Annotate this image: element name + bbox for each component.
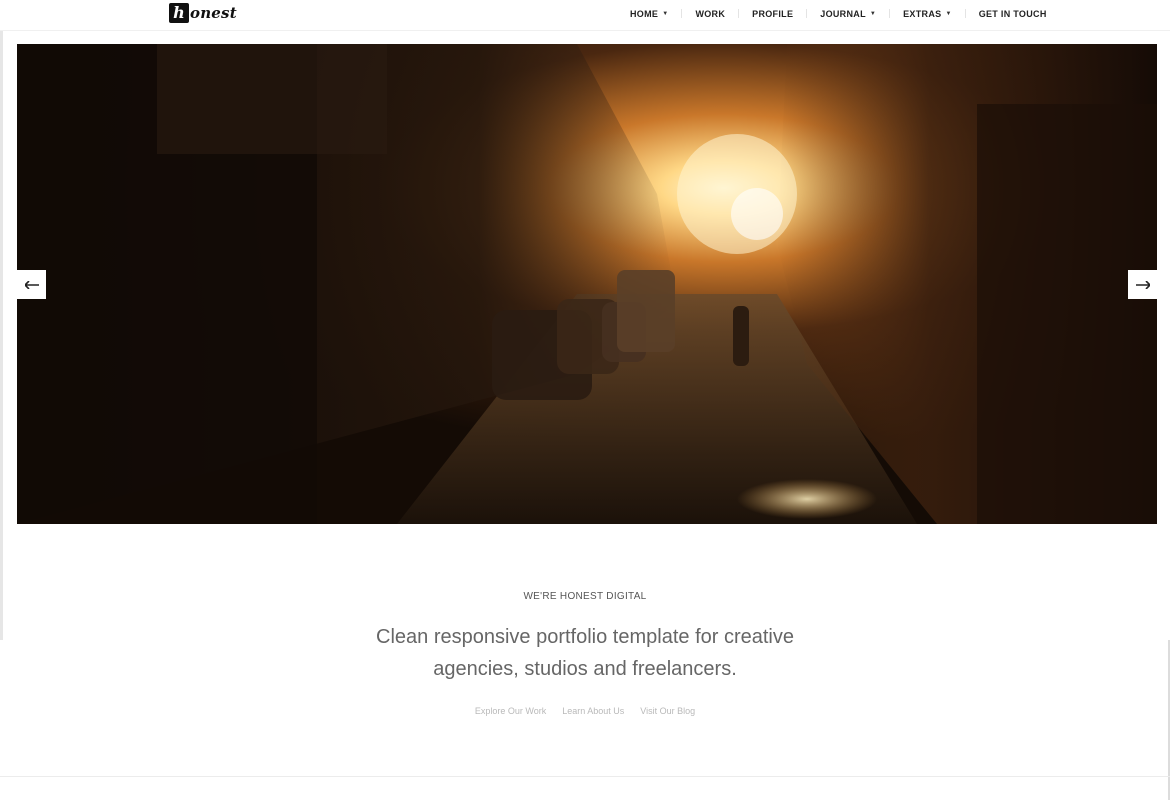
site-header: h onest HOME ▼ WORK PROFILE JOURNAL ▼ EX… xyxy=(0,0,1170,31)
logo[interactable]: h onest xyxy=(169,3,237,23)
main-nav: HOME ▼ WORK PROFILE JOURNAL ▼ EXTRAS ▼ G… xyxy=(630,0,1047,27)
nav-item-extras[interactable]: EXTRAS ▼ xyxy=(903,9,952,19)
intro-kicker: WE'RE HONEST DIGITAL xyxy=(523,591,647,602)
nav-item-profile[interactable]: PROFILE xyxy=(752,9,793,19)
nav-item-label: PROFILE xyxy=(752,8,794,19)
section-divider xyxy=(0,776,1170,777)
nav-divider xyxy=(964,9,966,18)
page: h onest HOME ▼ WORK PROFILE JOURNAL ▼ EX… xyxy=(0,0,1170,800)
caret-down-icon: ▼ xyxy=(662,10,669,17)
slider-prev-button[interactable] xyxy=(17,270,46,299)
learn-about-link[interactable]: Learn About Us xyxy=(562,706,624,716)
slider-next-button[interactable] xyxy=(1128,270,1157,299)
nav-item-label: EXTRAS xyxy=(903,8,942,19)
left-edge-rule xyxy=(0,0,3,640)
caret-down-icon: ▼ xyxy=(869,10,877,17)
nav-item-label: GET IN TOUCH xyxy=(978,8,1047,19)
caret-down-icon: ▼ xyxy=(945,10,952,17)
nav-item-label: HOME xyxy=(630,8,659,19)
explore-work-link[interactable]: Explore Our Work xyxy=(475,706,546,716)
visit-blog-link[interactable]: Visit Our Blog xyxy=(640,706,695,716)
intro-links: Explore Our Work Learn About Us Visit Ou… xyxy=(0,706,1170,716)
nav-divider xyxy=(889,9,891,18)
nav-divider xyxy=(806,9,808,18)
hero-slider-image xyxy=(17,44,1157,524)
arrow-right-icon xyxy=(1135,276,1151,294)
nav-item-get-in-touch[interactable]: GET IN TOUCH xyxy=(979,9,1047,19)
nav-divider xyxy=(738,9,740,18)
nav-item-home[interactable]: HOME ▼ xyxy=(630,9,668,19)
street-sunset-image xyxy=(17,44,1157,524)
nav-item-work[interactable]: WORK xyxy=(695,9,725,19)
nav-item-label: JOURNAL xyxy=(820,8,866,19)
intro-headline: Clean responsive portfolio template for … xyxy=(376,626,794,680)
nav-item-label: WORK xyxy=(695,8,726,19)
logo-text: onest xyxy=(190,4,237,22)
nav-item-journal[interactable]: JOURNAL ▼ xyxy=(820,9,876,19)
logo-mark: h xyxy=(169,3,189,23)
nav-divider xyxy=(681,9,683,18)
arrow-left-icon xyxy=(23,276,39,294)
